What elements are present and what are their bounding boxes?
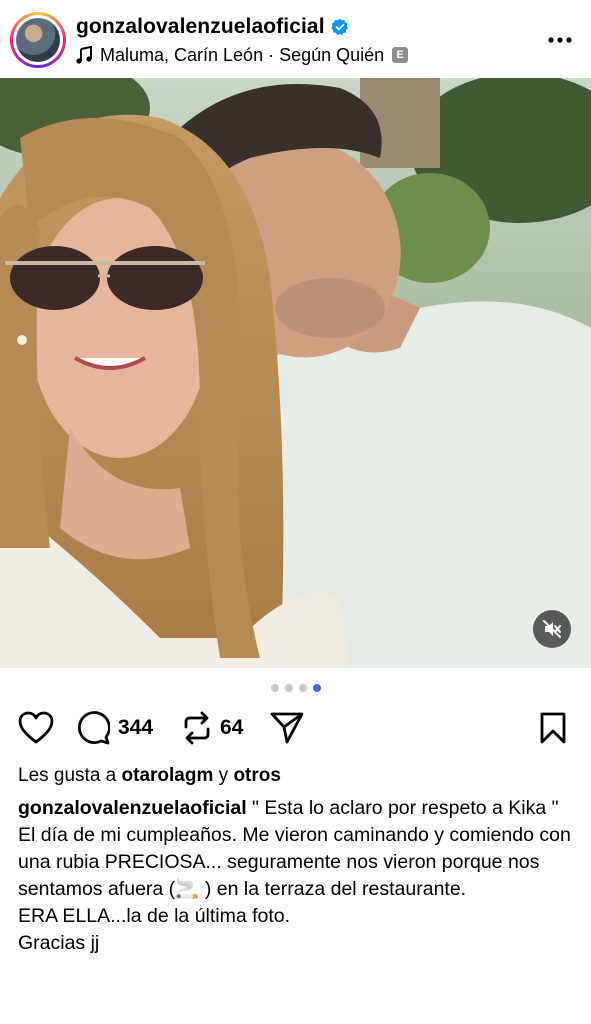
carousel-dot-active [312, 684, 321, 692]
username[interactable]: gonzalovalenzuelaoficial [76, 15, 325, 39]
cigarette-emoji: 🚬 [175, 878, 200, 900]
speaker-muted-icon [543, 620, 561, 638]
carousel-dot [298, 684, 307, 692]
caption-line: ERA ELLA...la de la última foto. [18, 905, 291, 927]
username-row: gonzalovalenzuelaoficial [76, 14, 349, 40]
mute-toggle[interactable] [533, 610, 571, 648]
music-label: Maluma, Carín León · Según Quién [100, 44, 385, 65]
likes-summary[interactable]: Les gusta a otarolagm y otros [18, 765, 281, 787]
carousel-dot [270, 684, 279, 692]
caption-line: El día de mi cumpleaños. Me vieron camin… [18, 822, 578, 903]
repost-button[interactable]: 64 [182, 708, 243, 748]
caption-text: " Esta lo aclaro por respeto a Kika " [246, 797, 559, 819]
like-button[interactable] [18, 708, 54, 748]
repost-icon [184, 711, 210, 745]
share-icon [270, 712, 304, 744]
post-header: gonzalovalenzuelaoficial Maluma, Carín L… [0, 0, 591, 78]
comment-button[interactable]: 344 [76, 708, 153, 748]
selfie-illustration [0, 78, 591, 668]
carousel-indicator [0, 684, 591, 694]
likes-others[interactable]: otros [233, 765, 281, 786]
comment-count: 344 [118, 716, 154, 739]
caption-line: Gracias jj [18, 932, 100, 954]
post-caption: gonzalovalenzuelaoficial " Esta lo aclar… [18, 795, 578, 957]
music-note-icon [76, 46, 92, 64]
music-row[interactable]: Maluma, Carín León · Según Quién E [76, 44, 409, 66]
save-button[interactable] [539, 708, 567, 748]
caption-username[interactable]: gonzalovalenzuelaoficial [18, 797, 247, 819]
more-horizontal-icon[interactable] [547, 30, 573, 50]
avatar[interactable] [10, 12, 66, 68]
verified-badge-icon [331, 18, 348, 35]
comment-icon [77, 711, 110, 745]
likes-user[interactable]: otarolagm [122, 765, 214, 786]
explicit-badge: E [392, 47, 409, 63]
likes-prefix: Les gusta a [18, 765, 122, 786]
action-bar: 344 64 [0, 708, 591, 748]
post-photo[interactable] [0, 78, 591, 668]
carousel-dot [284, 684, 293, 692]
likes-joiner: y [213, 765, 234, 786]
share-button[interactable] [270, 708, 304, 748]
caption-text: ) en la terraza del restaurante. [199, 878, 467, 900]
heart-icon [18, 711, 54, 744]
repost-count: 64 [220, 716, 244, 739]
bookmark-icon [540, 712, 566, 744]
caption-line: gonzalovalenzuelaoficial " Esta lo aclar… [18, 795, 578, 822]
